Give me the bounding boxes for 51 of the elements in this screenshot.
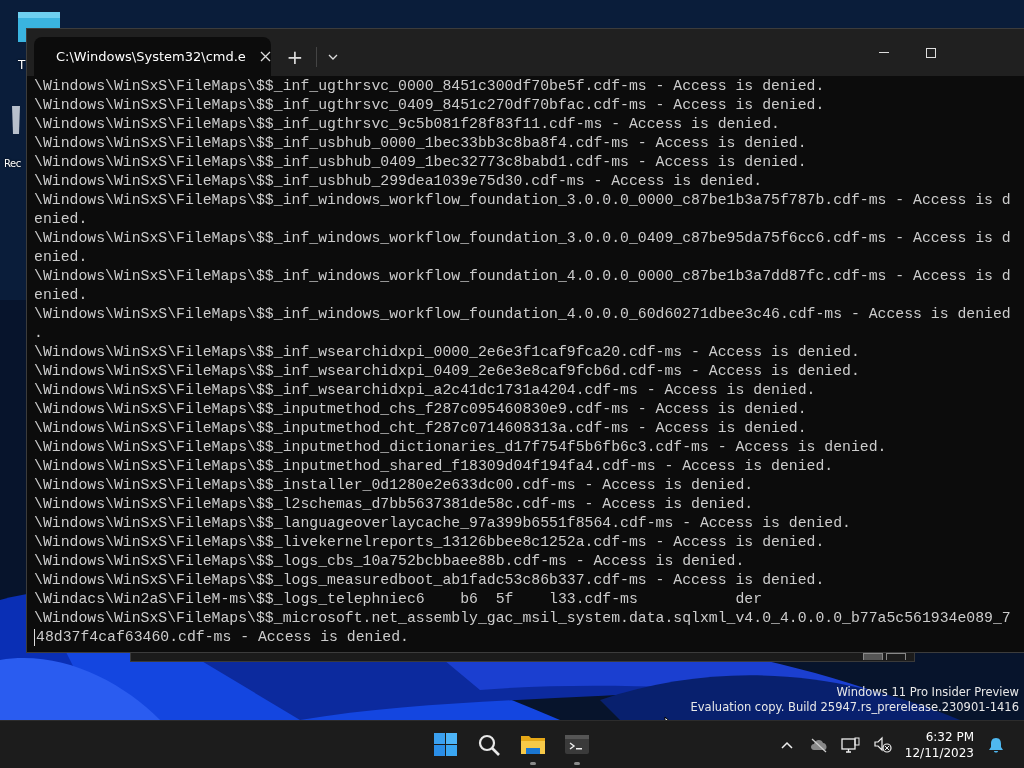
terminal-icon <box>565 735 589 754</box>
terminal-line: \Windows\WinSxS\FileMaps\$$_inf_wsearchidxpi_a2c41dc1731a4204.cdf-ms - Access is denied. <box>34 381 816 400</box>
desktop-icon-label[interactable]: T <box>18 58 26 72</box>
chevron-down-icon <box>328 54 338 60</box>
folder-icon <box>520 734 546 755</box>
terminal-line: \Windows\WinSxS\FileMaps\$$_inf_wsearchidxpi_0000_2e6e3f1caf9fca20.cdf-ms - Access is denied. <box>34 343 860 362</box>
terminal-line: enied. <box>34 210 88 229</box>
terminal-line: \Windacs\Win2aS\FileM-ms\$$_logs_telephniec6 b6 5f l33.cdf-ms der <box>34 590 763 609</box>
watermark-text: Evaluation copy. Build 25947.rs_prerelease.230901-1416 <box>690 700 1019 715</box>
terminal-line: \Windows\WinSxS\FileMaps\$$_inf_windows_workflow_foundation_4.0.0.0_60d60271dbee3c46.cdf-ms - Access is denied <box>34 305 1011 324</box>
close-icon <box>259 51 271 62</box>
windows-logo-icon <box>433 733 457 756</box>
terminal-line: \Windows\WinSxS\FileMaps\$$_inf_wsearchidxpi_0409_2e6e3e8caf9fcb6d.cdf-ms - Access is denied. <box>34 362 860 381</box>
cloud-off-icon <box>808 736 829 753</box>
terminal-line: \Windows\WinSxS\FileMaps\$$_inputmethod_cht_f287c0714608313a.cdf-ms - Access is denied. <box>34 419 807 438</box>
terminal-line: \Windows\WinSxS\FileMaps\$$_logs_cbs_10a752bcbbaee88b.cdf-ms - Access is denied. <box>34 552 745 571</box>
speaker-muted-icon <box>873 736 892 753</box>
terminal-line: \Windows\WinSxS\FileMaps\$$_inf_windows_workflow_foundation_3.0.0.0_0000_c87be1b3a75f787b.cdf-ms - Access is d <box>34 191 1011 210</box>
terminal-line: \Windows\WinSxS\FileMaps\$$_livekernelreports_13126bbee8c1252a.cdf-ms - Access is denied. <box>34 533 825 552</box>
terminal-line: \Windows\WinSxS\FileMaps\$$_microsoft.net_assembly_gac_msil_system.data.sqlxml_v4.0_4.0.0.0_b77a5c561934e089_7 <box>34 609 1011 628</box>
terminal-line: \Windows\WinSxS\FileMaps\$$_logs_measuredboot_ab1fadc53c86b337.cdf-ms - Access is denied. <box>34 571 825 590</box>
network-icon <box>841 736 861 753</box>
terminal-line: \Windows\WinSxS\FileMaps\$$_inf_ugthrsvc_9c5b081f28f83f11.cdf-ms - Access is denied. <box>34 115 780 134</box>
maximize-icon <box>925 47 936 58</box>
tab-title: C:\Windows\System32\cmd.e <box>56 49 246 64</box>
bell-icon <box>988 736 1004 753</box>
terminal-line: \Windows\WinSxS\FileMaps\$$_inf_windows_workflow_foundation_3.0.0.0_0409_c87be95da75f6cc6.cdf-ms - Access is d <box>34 229 1011 248</box>
terminal-line: \Windows\WinSxS\FileMaps\$$_inf_windows_workflow_foundation_4.0.0.0_0000_c87be1b3a7dd87fc.cdf-ms - Access is d <box>34 267 1011 286</box>
search-icon <box>478 733 500 756</box>
terminal-line: . <box>34 324 43 343</box>
terminal-line: \Windows\WinSxS\FileMaps\$$_inf_usbhub_0409_1bec32773c8babd1.cdf-ms - Access is denied. <box>34 153 807 172</box>
chevron-up-icon <box>780 740 793 749</box>
terminal-line: \Windows\WinSxS\FileMaps\$$_inf_ugthrsvc_0409_8451c270df70bfac.cdf-ms - Access is denied. <box>34 96 825 115</box>
terminal-line: \Windows\WinSxS\FileMaps\$$_l2schemas_d7bb5637381de58c.cdf-ms - Access is denied. <box>34 495 754 514</box>
terminal-line: enied. <box>34 248 88 267</box>
terminal-line: \Windows\WinSxS\FileMaps\$$_inf_ugthrsvc_0000_8451c300df70be5f.cdf-ms - Access is denied. <box>34 77 825 96</box>
terminal-line: \Windows\WinSxS\FileMaps\$$_inputmethod_dictionaries_d17f754f5b6fb6c3.cdf-ms - Access is denied. <box>34 438 887 457</box>
tab[interactable]: C:\Windows\System32\cmd.e <box>34 37 271 76</box>
new-tab-button[interactable]: + <box>280 41 310 73</box>
minimize-icon <box>878 52 889 53</box>
clock[interactable]: 6:32 PM 12/11/2023 <box>900 728 978 761</box>
terminal-line: \Windows\WinSxS\FileMaps\$$_inf_usbhub_0000_1bec33bb3c8ba8f4.cdf-ms - Access is denied. <box>34 134 807 153</box>
terminal-line: \Windows\WinSxS\FileMaps\$$_inputmethod_chs_f287c095460830e9.cdf-ms - Access is denied. <box>34 400 807 419</box>
terminal-line: \Windows\WinSxS\FileMaps\$$_inputmethod_shared_f18309d04f194fa4.cdf-ms - Access is denied. <box>34 457 834 476</box>
terminal-line: enied. <box>34 286 88 305</box>
terminal-line: 48d37f4caf63460.cdf-ms - Access is denied. <box>36 628 409 647</box>
terminal-line: \Windows\WinSxS\FileMaps\$$_inf_usbhub_299dea1039e75d30.cdf-ms - Access is denied. <box>34 172 763 191</box>
desktop-icon-label[interactable]: Rec <box>4 158 21 169</box>
watermark-text: Windows 11 Pro Insider Preview <box>835 685 1019 700</box>
terminal-line: \Windows\WinSxS\FileMaps\$$_installer_0d1280e2e633dc00.cdf-ms - Access is denied. <box>34 476 754 495</box>
terminal-line: \Windows\WinSxS\FileMaps\$$_languageoverlaycache_97a399b6551f8564.cdf-ms - Access is denied. <box>34 514 851 533</box>
